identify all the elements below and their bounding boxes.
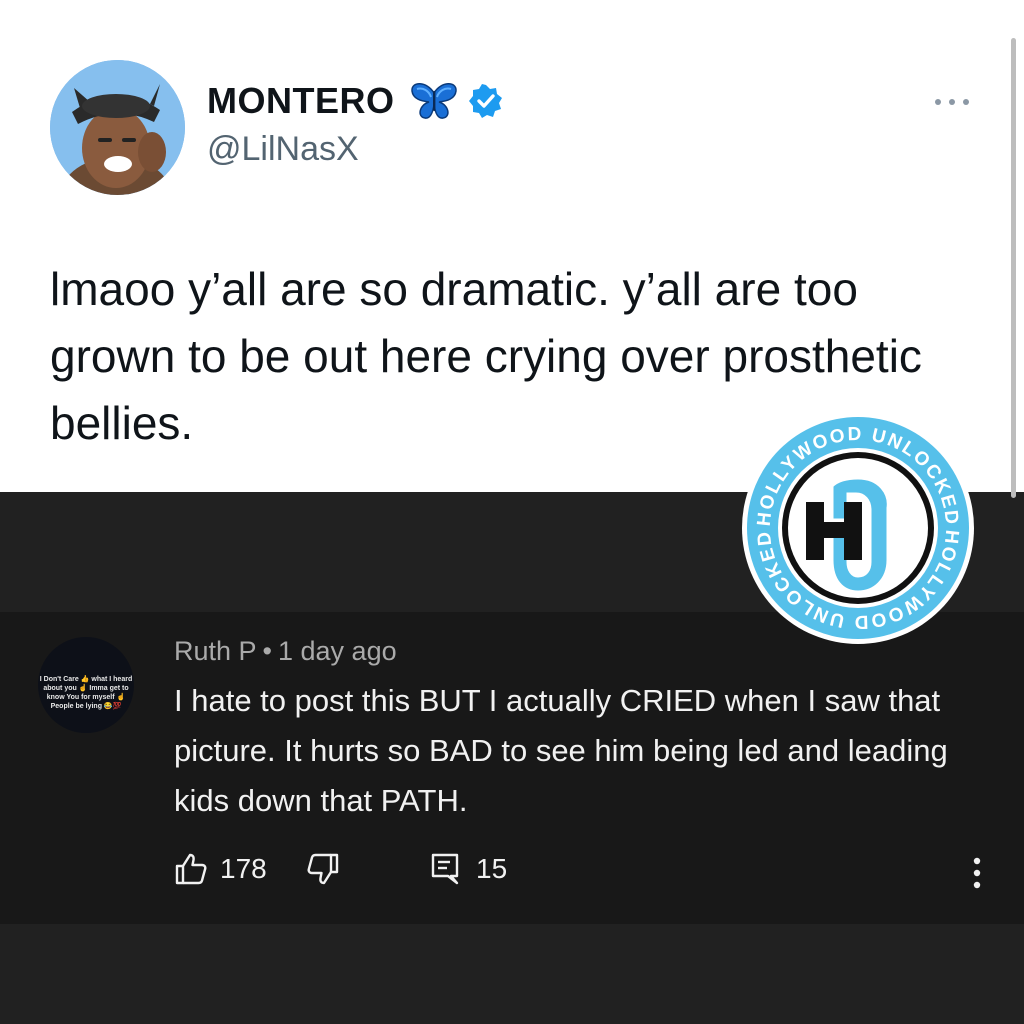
reply-count: 15 — [476, 853, 508, 884]
thumbs-up-icon — [174, 852, 208, 886]
like-count: 178 — [220, 853, 267, 884]
thumbs-down-icon — [306, 852, 340, 886]
user-handle[interactable]: @LilNasX — [207, 130, 359, 169]
hollywood-unlocked-logo: HOLLYWOOD UNLOCKED HOLLYWOOD UNLOCKED — [740, 410, 976, 646]
comment-meta: Ruth P • 1 day ago — [174, 636, 397, 667]
tweet-author-row: MONTERO — [207, 80, 503, 122]
butterfly-emoji-icon — [409, 81, 459, 121]
scrollbar[interactable] — [1011, 38, 1016, 498]
display-name[interactable]: MONTERO — [207, 80, 395, 122]
like-button[interactable]: 178 — [174, 852, 267, 886]
avatar-image-text: I Don't Care 👍 what I heard about you ☝️… — [39, 676, 133, 710]
dislike-button[interactable] — [306, 852, 340, 886]
reply-comment-icon — [430, 852, 460, 886]
verified-badge-icon — [468, 84, 503, 118]
vertical-dots-icon[interactable] — [972, 856, 982, 895]
more-options-icon[interactable] — [932, 92, 972, 112]
commenter-avatar[interactable]: I Don't Care 👍 what I heard about you ☝️… — [38, 637, 134, 733]
profile-avatar[interactable] — [50, 60, 185, 195]
comment-time: 1 day ago — [278, 636, 397, 666]
meta-separator: • — [262, 636, 272, 666]
reply-button[interactable]: 15 — [430, 852, 507, 886]
comment-author[interactable]: Ruth P — [174, 636, 257, 666]
comment-text: I hate to post this BUT I actually CRIED… — [174, 683, 948, 818]
